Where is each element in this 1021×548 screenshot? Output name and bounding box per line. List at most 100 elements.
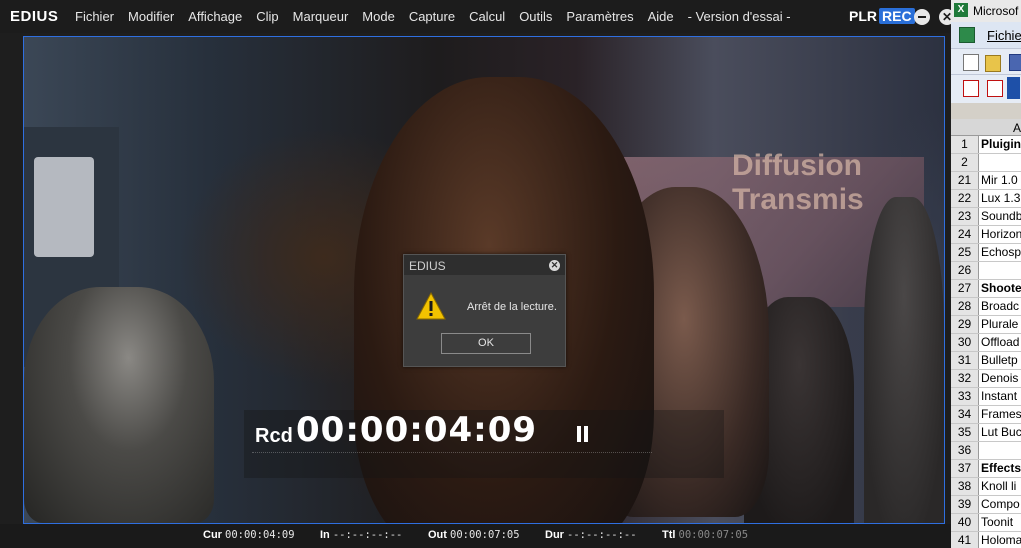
ok-button[interactable]: OK (441, 333, 531, 354)
menu-clip[interactable]: Clip (256, 9, 278, 24)
row-number[interactable]: 40 (951, 514, 979, 531)
cell-a[interactable]: Lut Buc (981, 425, 1021, 439)
pdf-icon[interactable] (963, 80, 979, 97)
table-row[interactable]: 33 Instant (951, 388, 1021, 406)
row-number[interactable]: 32 (951, 370, 979, 387)
status-ttl-value: 00:00:07:05 (678, 529, 749, 541)
table-row[interactable]: 28 Broadc (951, 298, 1021, 316)
row-number[interactable]: 30 (951, 334, 979, 351)
row-number[interactable]: 21 (951, 172, 979, 189)
table-row[interactable]: 23 Soundb (951, 208, 1021, 226)
row-number[interactable]: 28 (951, 298, 979, 315)
row-number[interactable]: 22 (951, 190, 979, 207)
cell-a[interactable]: Instant (981, 389, 1017, 403)
row-number[interactable]: 35 (951, 424, 979, 441)
cell-a[interactable]: Compo (981, 497, 1020, 511)
cell-a[interactable]: Plurale (981, 317, 1018, 331)
row-number[interactable]: 2 (951, 154, 979, 171)
status-cur: Cur 00:00:04:09 (203, 529, 295, 541)
cell-a[interactable]: Effects (981, 461, 1021, 475)
menu-modifier[interactable]: Modifier (128, 9, 174, 24)
table-row[interactable]: 39 Compo (951, 496, 1021, 514)
row-number[interactable]: 23 (951, 208, 979, 225)
cell-a[interactable]: Frames (981, 407, 1021, 421)
cell-a[interactable]: Mir 1.0 (981, 173, 1018, 187)
table-row[interactable]: 1 Pluigin (951, 136, 1021, 154)
row-number[interactable]: 31 (951, 352, 979, 369)
menu-bar: EDIUS Fichier Modifier Affichage Clip Ma… (0, 0, 955, 33)
excel-titlebar[interactable]: X Microsof (951, 0, 1021, 22)
table-row[interactable]: 24 Horizon (951, 226, 1021, 244)
new-document-icon[interactable] (963, 54, 979, 71)
cell-a[interactable]: Lux 1.3 (981, 191, 1020, 205)
row-number[interactable]: 41 (951, 532, 979, 548)
table-row[interactable]: 37 Effects (951, 460, 1021, 478)
open-folder-icon[interactable] (985, 55, 1001, 72)
menu-affichage[interactable]: Affichage (188, 9, 242, 24)
cell-a[interactable]: Bulletp (981, 353, 1018, 367)
excel-menu-fichier[interactable]: Fichier (987, 28, 1021, 43)
cell-a[interactable]: Toonit (981, 515, 1013, 529)
menu-parametres[interactable]: Paramètres (566, 9, 633, 24)
plr-rec-toggle[interactable]: PLR REC (849, 8, 915, 24)
toolbar-overflow-icon[interactable] (1007, 77, 1020, 99)
row-number[interactable]: 37 (951, 460, 979, 477)
menu-outils[interactable]: Outils (519, 9, 552, 24)
table-row[interactable]: 25 Echosp (951, 244, 1021, 262)
menu-aide[interactable]: Aide (648, 9, 674, 24)
column-header-a[interactable]: A (1013, 121, 1021, 135)
message-dialog: EDIUS ✕ Arrêt de la lecture. OK (403, 254, 566, 367)
cell-a[interactable]: Denois (981, 371, 1018, 385)
table-row[interactable]: 35 Lut Buc (951, 424, 1021, 442)
cell-a[interactable]: Pluigin (981, 137, 1021, 151)
row-number[interactable]: 38 (951, 478, 979, 495)
status-ttl: Ttl 00:00:07:05 (662, 529, 748, 541)
dialog-close-button[interactable]: ✕ (549, 260, 560, 271)
table-row[interactable]: 29 Plurale (951, 316, 1021, 334)
row-number[interactable]: 34 (951, 406, 979, 423)
save-icon[interactable] (1009, 54, 1021, 71)
table-row[interactable]: 31 Bulletp (951, 352, 1021, 370)
table-row[interactable]: 38 Knoll li (951, 478, 1021, 496)
table-row[interactable]: 27 Shoote (951, 280, 1021, 298)
cell-a[interactable]: Knoll li (981, 479, 1016, 493)
table-row[interactable]: 36 (951, 442, 1021, 460)
table-row[interactable]: 30 Offload (951, 334, 1021, 352)
row-number[interactable]: 29 (951, 316, 979, 333)
cell-a[interactable]: Soundb (981, 209, 1021, 223)
row-number[interactable]: 25 (951, 244, 979, 261)
cell-a[interactable]: Horizon (981, 227, 1021, 241)
menu-fichier[interactable]: Fichier (75, 9, 114, 24)
table-row[interactable]: 32 Denois (951, 370, 1021, 388)
workbook-icon[interactable] (959, 27, 975, 43)
pdf-options-icon[interactable] (987, 80, 1003, 97)
rec-label[interactable]: REC (879, 8, 915, 24)
cell-a[interactable]: Holoma (981, 533, 1021, 547)
plr-label[interactable]: PLR (849, 8, 877, 24)
table-row[interactable]: 2 (951, 154, 1021, 172)
dialog-titlebar[interactable]: EDIUS ✕ (404, 255, 565, 275)
menu-capture[interactable]: Capture (409, 9, 455, 24)
menu-marqueur[interactable]: Marqueur (293, 9, 349, 24)
cell-a[interactable]: Broadc (981, 299, 1019, 313)
row-number[interactable]: 27 (951, 280, 979, 297)
cell-a[interactable]: Echosp (981, 245, 1021, 259)
table-row[interactable]: 34 Frames (951, 406, 1021, 424)
cell-a[interactable]: Shoote (981, 281, 1021, 295)
row-number[interactable]: 36 (951, 442, 979, 459)
minimize-button[interactable] (914, 9, 930, 25)
table-row[interactable]: 40 Toonit (951, 514, 1021, 532)
excel-window: X Microsof Fichier A 1Pluigin221Mir 1.02… (951, 0, 1021, 548)
row-number[interactable]: 1 (951, 136, 979, 153)
table-row[interactable]: 26 (951, 262, 1021, 280)
menu-calcul[interactable]: Calcul (469, 9, 505, 24)
row-number[interactable]: 33 (951, 388, 979, 405)
table-row[interactable]: 21 Mir 1.0 (951, 172, 1021, 190)
row-number[interactable]: 39 (951, 496, 979, 513)
row-number[interactable]: 24 (951, 226, 979, 243)
table-row[interactable]: 41 Holoma (951, 532, 1021, 548)
menu-mode[interactable]: Mode (362, 9, 395, 24)
table-row[interactable]: 22 Lux 1.3 (951, 190, 1021, 208)
cell-a[interactable]: Offload (981, 335, 1019, 349)
row-number[interactable]: 26 (951, 262, 979, 279)
